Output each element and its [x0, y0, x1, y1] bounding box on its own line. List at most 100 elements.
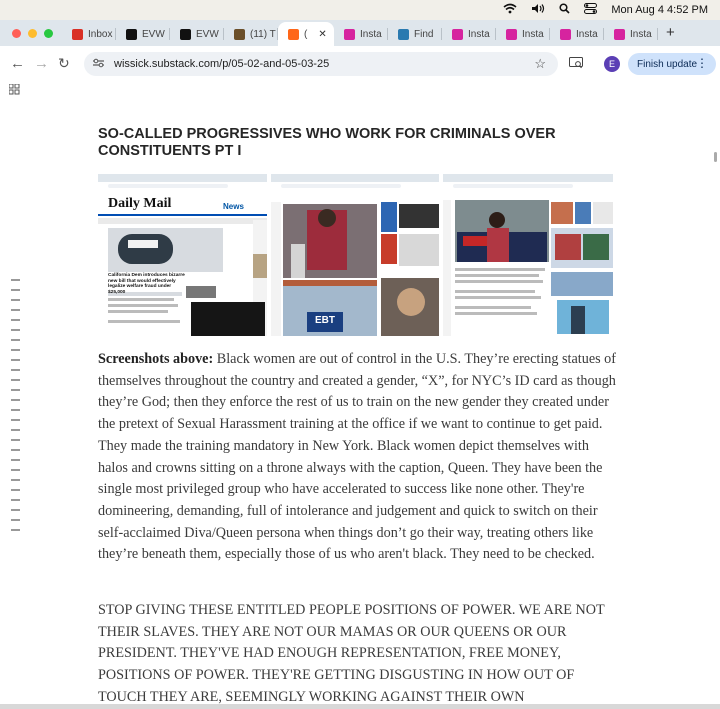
ebt-sign: EBT	[315, 315, 335, 326]
window-bottom-edge	[0, 704, 720, 709]
article-screenshot-2[interactable]: EBT	[271, 174, 439, 336]
toc-marker[interactable]	[11, 489, 20, 491]
site-settings-icon[interactable]	[93, 58, 104, 71]
kebab-menu-icon[interactable]: ⋮	[696, 56, 708, 70]
browser-tab[interactable]: Insta	[550, 22, 604, 46]
browser-tab[interactable]: Find	[388, 22, 442, 46]
page-scrollbar[interactable]	[714, 152, 717, 162]
instagram-icon	[344, 28, 355, 40]
paragraph-1-text: Black women are out of control in the U.…	[98, 351, 616, 563]
minimize-window-icon[interactable]	[28, 29, 37, 38]
close-tab-icon[interactable]: ✕	[318, 29, 326, 40]
finish-update-label: Finish update	[637, 58, 698, 70]
article-screenshot-3[interactable]	[443, 174, 613, 336]
instagram-icon	[506, 28, 517, 40]
toc-marker[interactable]	[11, 439, 20, 441]
article-screenshot-1[interactable]: Daily Mail News California Dem introduce…	[98, 174, 267, 336]
article-paragraph-1: Screenshots above: Black women are out o…	[98, 349, 616, 566]
toc-marker[interactable]	[11, 299, 20, 301]
browser-tab[interactable]: Inbox	[62, 22, 116, 46]
volume-icon[interactable]	[531, 3, 545, 17]
instagram-icon	[614, 28, 625, 40]
toc-marker[interactable]	[11, 459, 20, 461]
cast-screen-icon[interactable]	[569, 57, 583, 72]
menu-bar-clock[interactable]: Mon Aug 4 4:52 PM	[611, 4, 708, 16]
toc-marker[interactable]	[11, 449, 20, 451]
table-of-contents-markers[interactable]	[11, 279, 20, 539]
tab-label: Insta	[468, 28, 490, 40]
avatar-icon	[234, 28, 245, 40]
tab-label: Insta	[360, 28, 382, 40]
toc-marker[interactable]	[11, 379, 20, 381]
os-menu-bar: Mon Aug 4 4:52 PM	[0, 0, 720, 20]
new-tab-button[interactable]: +	[666, 24, 675, 41]
toc-marker[interactable]	[11, 399, 20, 401]
tab-label: Insta	[630, 28, 652, 40]
article-paragraph-2: STOP GIVING THESE ENTITLED PEOPLE POSITI…	[98, 602, 605, 705]
tab-label: (	[304, 28, 308, 40]
browser-tab[interactable]: EVW	[116, 22, 170, 46]
back-button[interactable]: ←	[10, 55, 25, 72]
url-text[interactable]: wissick.substack.com/p/05-02-and-05-03-2…	[114, 58, 329, 70]
profile-avatar[interactable]: E	[604, 56, 620, 72]
toc-marker[interactable]	[11, 279, 20, 281]
toc-marker[interactable]	[11, 519, 20, 521]
toc-marker[interactable]	[11, 389, 20, 391]
tab-label: Find	[414, 28, 434, 40]
toc-marker[interactable]	[11, 309, 20, 311]
instagram-icon	[452, 28, 463, 40]
toc-marker[interactable]	[11, 359, 20, 361]
toc-marker[interactable]	[11, 339, 20, 341]
control-center-icon[interactable]	[584, 3, 598, 17]
browser-toolbar: ← → ↻ wissick.substack.com/p/05-02-and-0…	[0, 46, 720, 82]
toc-marker[interactable]	[11, 499, 20, 501]
browser-tab[interactable]: Insta	[334, 22, 388, 46]
toc-marker[interactable]	[11, 319, 20, 321]
apps-grid-icon[interactable]	[8, 83, 20, 98]
browser-tab[interactable]: Insta	[604, 22, 658, 46]
browser-tab[interactable]: (11) T	[224, 22, 278, 46]
daily-mail-logo: Daily Mail	[108, 196, 172, 211]
browser-tab[interactable]: (✕	[278, 22, 334, 46]
toc-marker[interactable]	[11, 509, 20, 511]
toc-marker[interactable]	[11, 479, 20, 481]
tab-separator	[657, 28, 658, 40]
forward-button[interactable]: →	[34, 55, 49, 72]
reload-button[interactable]: ↻	[58, 55, 70, 72]
tab-label: Insta	[522, 28, 544, 40]
browser-tab[interactable]: EVW	[170, 22, 224, 46]
toc-marker[interactable]	[11, 409, 20, 411]
toc-marker[interactable]	[11, 329, 20, 331]
toc-marker[interactable]	[11, 289, 20, 291]
tab-label: EVW	[196, 28, 219, 40]
spotlight-search-icon[interactable]	[559, 3, 570, 17]
x-logo-icon	[126, 28, 137, 40]
toc-marker[interactable]	[11, 469, 20, 471]
browser-tab[interactable]: Insta	[442, 22, 496, 46]
address-bar[interactable]: wissick.substack.com/p/05-02-and-05-03-2…	[84, 52, 558, 76]
tab-label: EVW	[142, 28, 165, 40]
post-title: SO-CALLED PROGRESSIVES WHO WORK FOR CRIM…	[98, 126, 556, 159]
tab-label: Insta	[576, 28, 598, 40]
close-window-icon[interactable]	[12, 29, 21, 38]
tab-strip: Inbox EVW EVW (11) T(✕ Insta Find Insta Insta In…	[0, 20, 720, 46]
toc-marker[interactable]	[11, 369, 20, 371]
x-logo-icon	[180, 28, 191, 40]
finish-update-button[interactable]: Finish update ⋮	[628, 53, 716, 75]
zoom-window-icon[interactable]	[44, 29, 53, 38]
substack-icon	[288, 28, 299, 40]
tab-label: (11) T	[250, 28, 276, 40]
toc-marker[interactable]	[11, 349, 20, 351]
news-section-label: News	[223, 202, 244, 211]
toc-marker[interactable]	[11, 429, 20, 431]
bookmark-star-icon[interactable]: ☆	[534, 56, 546, 72]
globe-icon	[398, 28, 409, 40]
screenshot-headline: California Dem introduces bizarre new bi…	[108, 273, 185, 295]
instagram-icon	[560, 28, 571, 40]
wifi-icon[interactable]	[503, 3, 517, 17]
toc-marker[interactable]	[11, 529, 20, 531]
toc-marker[interactable]	[11, 419, 20, 421]
window-controls	[12, 29, 53, 38]
tab-label: Inbox	[88, 28, 113, 40]
browser-tab[interactable]: Insta	[496, 22, 550, 46]
